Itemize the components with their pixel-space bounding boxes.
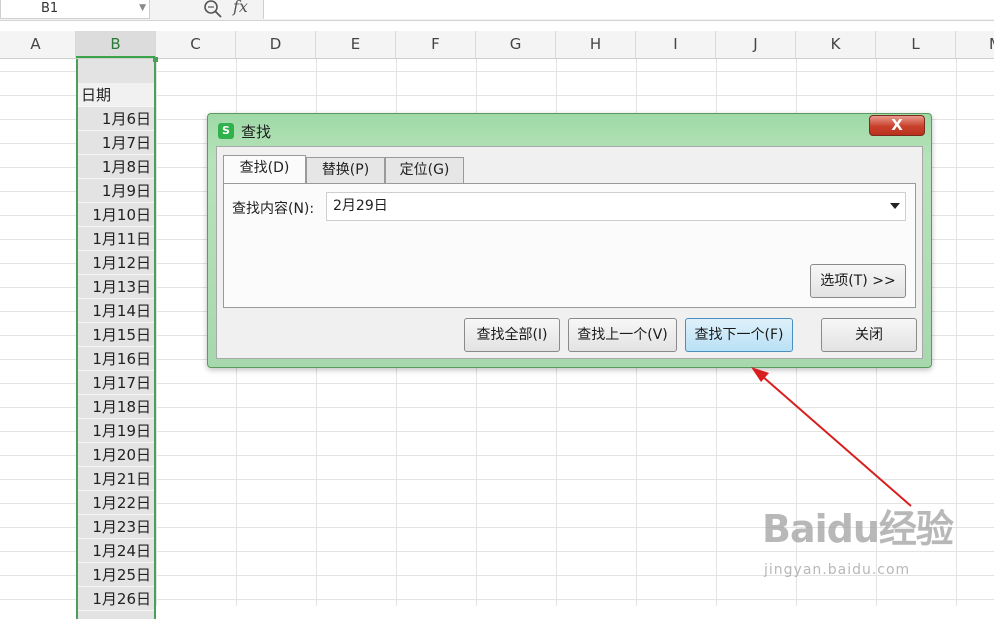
formula-bar: B1 ▼ fx [0, 0, 994, 21]
watermark-url: jingyan.baidu.com [764, 562, 911, 578]
fill-handle[interactable] [153, 57, 158, 62]
dialog-body: 查找(D) 替换(P) 定位(G) 查找内容(N): 2月29日 选项(T) >… [216, 146, 923, 359]
close-icon[interactable]: X [869, 115, 925, 136]
find-next-button[interactable]: 查找下一个(F) [685, 318, 793, 352]
find-previous-button[interactable]: 查找上一个(V) [568, 318, 677, 352]
date-cell[interactable]: 1月7日 [78, 131, 154, 155]
column-header-d[interactable]: D [236, 31, 316, 58]
find-all-button[interactable]: 查找全部(I) [464, 318, 560, 352]
date-cell[interactable]: 1月17日 [78, 371, 154, 395]
formula-input[interactable] [263, 0, 994, 19]
watermark: Baidu经验 jingyan.baidu.com [762, 498, 962, 588]
date-cell[interactable]: 1月22日 [78, 491, 154, 515]
column-header-j[interactable]: J [716, 31, 796, 58]
date-cell[interactable]: 1月10日 [78, 203, 154, 227]
date-cell[interactable]: 1月25日 [78, 563, 154, 587]
date-cell[interactable]: 1月26日 [78, 587, 154, 611]
column-header-a[interactable]: A [0, 31, 76, 58]
column-header-c[interactable]: C [156, 31, 236, 58]
function-icon[interactable]: fx [233, 0, 248, 16]
zoom-icon[interactable] [203, 0, 223, 18]
date-cell[interactable]: 1月12日 [78, 251, 154, 275]
watermark-logo: Baidu经验 [762, 507, 954, 551]
date-cell[interactable]: 1月19日 [78, 419, 154, 443]
find-panel: 查找内容(N): 2月29日 选项(T) >> [223, 183, 916, 308]
column-header-b[interactable]: B [76, 31, 156, 58]
chevron-down-icon[interactable]: ▼ [139, 0, 146, 17]
date-cell[interactable]: 1月6日 [78, 107, 154, 131]
date-cell[interactable]: 1月9日 [78, 179, 154, 203]
column-header-f[interactable]: F [396, 31, 476, 58]
find-content-input[interactable]: 2月29日 [326, 192, 906, 221]
selected-column-b[interactable]: 日期 1月6日 1月7日 1月8日 1月9日 1月10日 1月11日 1月12日 1月13日 1月… [76, 57, 158, 619]
date-cell[interactable]: 1月15日 [78, 323, 154, 347]
column-header-h[interactable]: H [556, 31, 636, 58]
find-content-value: 2月29日 [333, 198, 388, 214]
date-cell[interactable]: 1月13日 [78, 275, 154, 299]
cell-reference: B1 [41, 1, 59, 16]
column-header-e[interactable]: E [316, 31, 396, 58]
column-header-i[interactable]: I [636, 31, 716, 58]
tab-goto[interactable]: 定位(G) [385, 157, 464, 183]
options-button[interactable]: 选项(T) >> [810, 264, 906, 298]
date-cell[interactable]: 1月18日 [78, 395, 154, 419]
date-cell[interactable]: 1月23日 [78, 515, 154, 539]
date-cell[interactable]: 1月24日 [78, 539, 154, 563]
find-dialog: S 查找 X 查找(D) 替换(P) 定位(G) 查找内容(N): 2月29日 … [207, 113, 932, 368]
date-cell[interactable]: 1月14日 [78, 299, 154, 323]
column-header-g[interactable]: G [476, 31, 556, 58]
column-header-l[interactable]: L [876, 31, 956, 58]
dropdown-arrow-icon[interactable] [890, 203, 900, 209]
app-logo-icon: S [218, 123, 234, 139]
header-cell-date[interactable]: 日期 [78, 83, 154, 107]
find-content-label: 查找内容(N): [232, 201, 315, 217]
column-header-m[interactable]: M [956, 31, 994, 58]
tab-find[interactable]: 查找(D) [223, 155, 306, 184]
date-cell[interactable]: 1月20日 [78, 443, 154, 467]
name-box[interactable]: B1 ▼ [0, 0, 150, 19]
date-cell[interactable]: 1月11日 [78, 227, 154, 251]
tab-replace[interactable]: 替换(P) [306, 157, 385, 183]
close-button[interactable]: 关闭 [821, 318, 917, 352]
column-header-k[interactable]: K [796, 31, 876, 58]
dialog-title: 查找 [241, 123, 272, 141]
column-headers: ABCDEFGHIJKLM [0, 31, 994, 59]
date-cell[interactable]: 1月21日 [78, 467, 154, 491]
date-cell[interactable]: 1月8日 [78, 155, 154, 179]
date-cell[interactable]: 1月16日 [78, 347, 154, 371]
